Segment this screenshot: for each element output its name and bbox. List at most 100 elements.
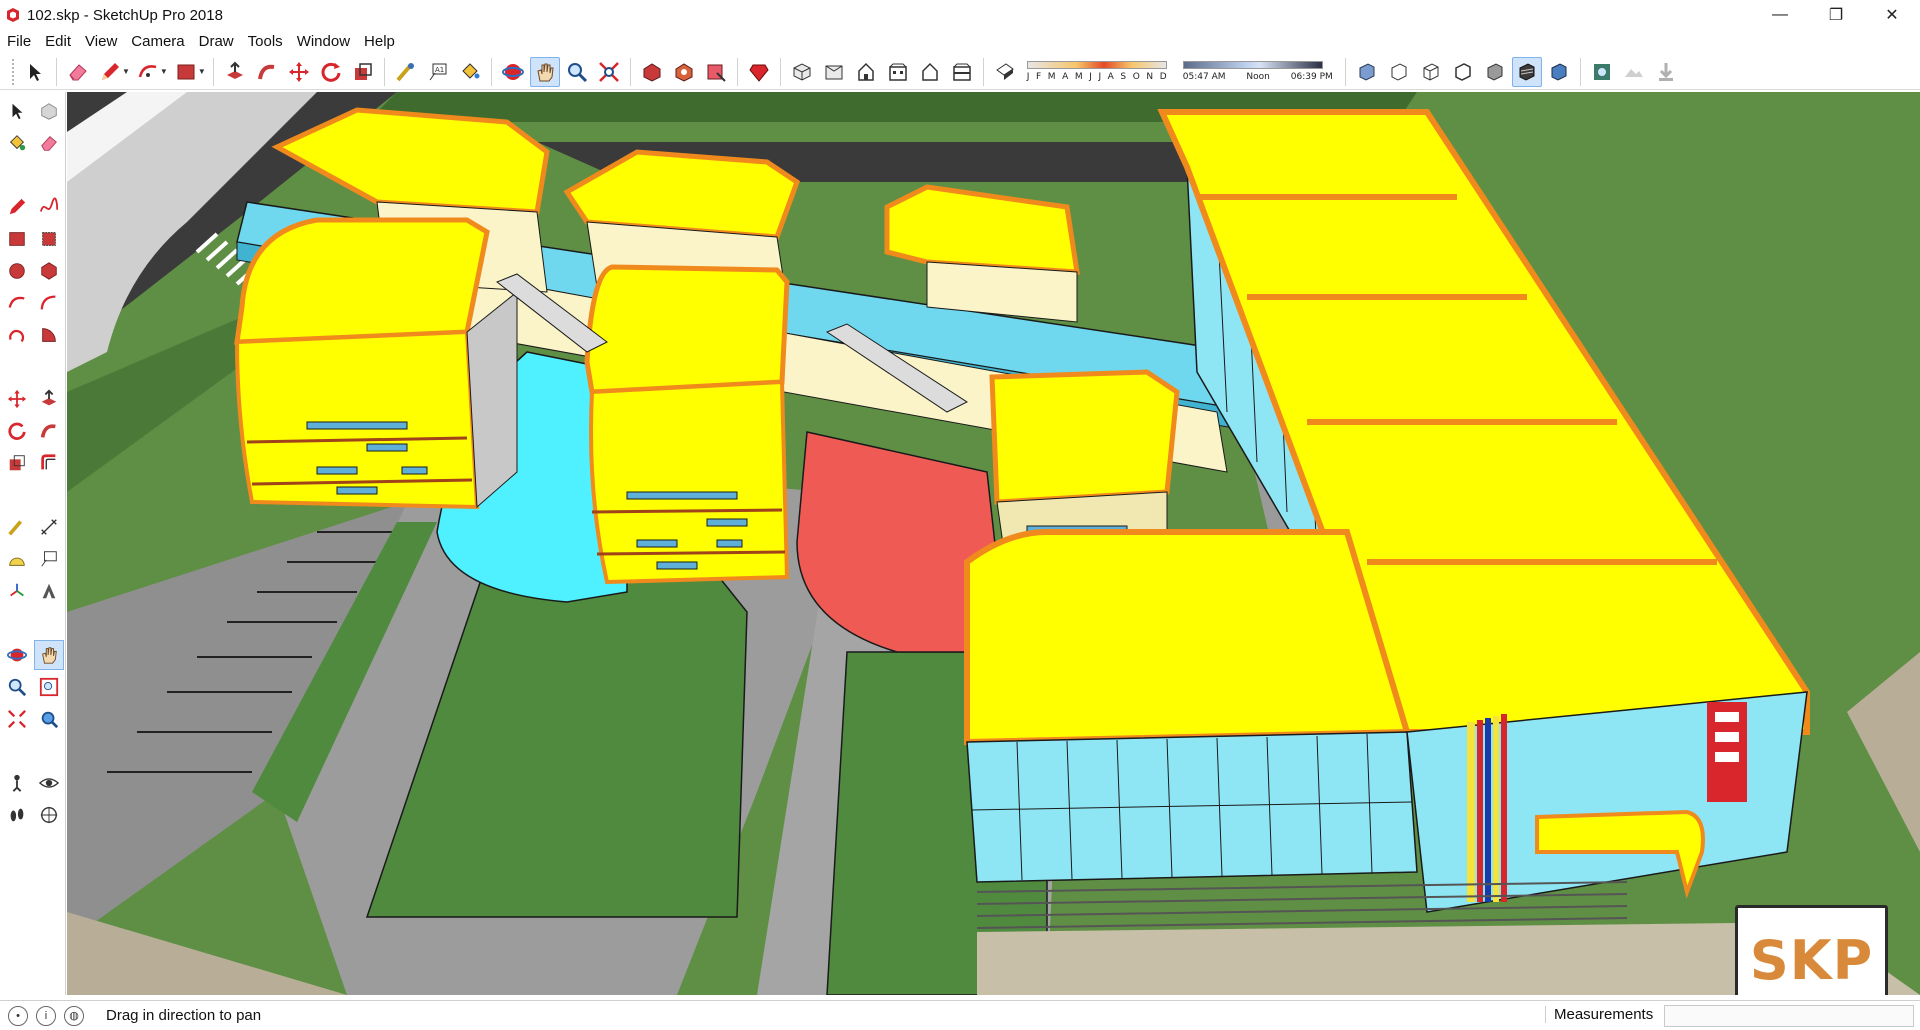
select-tool-button[interactable]	[20, 57, 50, 87]
zoom-extents-button[interactable]	[2, 704, 32, 734]
zoom-tool-button[interactable]	[562, 57, 592, 87]
send-to-layout-button[interactable]	[701, 57, 731, 87]
time-slider[interactable]	[1182, 61, 1323, 69]
scale-tool-button[interactable]	[348, 57, 378, 87]
text-tool-button[interactable]	[34, 544, 64, 574]
user-icon[interactable]: ◍	[64, 1005, 84, 1026]
front-view-button[interactable]	[851, 57, 881, 87]
circle-tool-button[interactable]	[2, 256, 32, 286]
menu-edit[interactable]: Edit	[38, 33, 78, 50]
protractor-button[interactable]	[2, 544, 32, 574]
shadows-toggle-button[interactable]	[990, 57, 1020, 87]
eraser-tool-button[interactable]	[63, 57, 93, 87]
dimension-tool-button[interactable]	[34, 512, 64, 542]
toggle-terrain-button[interactable]	[1619, 57, 1649, 87]
pan-tool-button[interactable]	[34, 640, 64, 670]
move-icon	[288, 61, 309, 82]
close-button[interactable]: ✕	[1864, 0, 1920, 30]
zoom-tool-button[interactable]	[2, 672, 32, 702]
right-view-button[interactable]	[883, 57, 913, 87]
shaded-style-button[interactable]	[1480, 57, 1510, 87]
paint-bucket-tool-button[interactable]	[455, 57, 485, 87]
xray-style-button[interactable]	[1352, 57, 1382, 87]
geo-location-icon[interactable]: •	[8, 1005, 28, 1026]
rectangle-tool-button[interactable]	[171, 57, 201, 87]
minimize-button[interactable]: —	[1752, 0, 1808, 30]
three-point-arc-button[interactable]	[2, 320, 32, 350]
select-tool-button[interactable]	[2, 96, 32, 126]
line-tool-button[interactable]	[2, 192, 32, 222]
menu-window[interactable]: Window	[290, 33, 357, 50]
section-plane-button[interactable]	[34, 800, 64, 830]
shaded-textures-style-button[interactable]	[1511, 56, 1542, 87]
follow-me-tool-button[interactable]	[34, 416, 64, 446]
iso-view-button[interactable]	[787, 57, 817, 87]
add-location-button[interactable]	[1587, 57, 1617, 87]
back-view-button[interactable]	[915, 57, 945, 87]
offset-icon	[41, 454, 56, 470]
hidden-line-style-button[interactable]	[1448, 57, 1478, 87]
month-slider[interactable]	[1026, 61, 1167, 69]
back-edges-style-button[interactable]	[1384, 57, 1414, 87]
arc-tool-button[interactable]	[2, 288, 32, 318]
orbit-tool-button[interactable]	[2, 640, 32, 670]
tape-measure-tool-button[interactable]	[391, 57, 421, 87]
ruby-console-button[interactable]	[744, 57, 774, 87]
menu-draw[interactable]: Draw	[192, 33, 241, 50]
previous-view-button[interactable]	[34, 704, 64, 734]
rotated-rectangle-button[interactable]	[34, 224, 64, 254]
left-view-button[interactable]	[947, 57, 977, 87]
text-tool-button[interactable]: A1	[423, 57, 453, 87]
menu-file[interactable]: File	[0, 33, 38, 50]
rotate-tool-button[interactable]	[2, 416, 32, 446]
zoom-window-button[interactable]	[34, 672, 64, 702]
arc-dropdown-icon[interactable]: ▼	[160, 67, 168, 76]
follow-me-tool-button[interactable]	[252, 57, 282, 87]
measurements-input[interactable]	[1664, 1005, 1914, 1027]
tape-measure-button[interactable]	[2, 512, 32, 542]
rotate-tool-button[interactable]	[316, 57, 346, 87]
arc-tool-button[interactable]	[133, 57, 163, 87]
offset-tool-button[interactable]	[34, 448, 64, 478]
wireframe-style-button[interactable]	[1416, 57, 1446, 87]
menu-view[interactable]: View	[78, 33, 124, 50]
top-view-button[interactable]	[819, 57, 849, 87]
building-model	[67, 92, 1920, 995]
menu-camera[interactable]: Camera	[124, 33, 191, 50]
rectangle-tool-button[interactable]	[2, 224, 32, 254]
eraser-button[interactable]	[34, 128, 64, 158]
scale-tool-button[interactable]	[2, 448, 32, 478]
orbit-tool-button[interactable]	[498, 57, 528, 87]
polygon-tool-button[interactable]	[34, 256, 64, 286]
monochrome-style-button[interactable]	[1544, 57, 1574, 87]
axes-tool-button[interactable]	[2, 576, 32, 606]
two-point-arc-icon	[40, 295, 56, 310]
model-viewport[interactable]: SKP	[67, 92, 1920, 995]
3d-text-button[interactable]	[34, 576, 64, 606]
make-component-button[interactable]	[34, 96, 64, 126]
extension-warehouse-button[interactable]	[669, 57, 699, 87]
move-tool-button[interactable]	[2, 384, 32, 414]
look-around-button[interactable]	[34, 768, 64, 798]
move-tool-button[interactable]	[284, 57, 314, 87]
shape-dropdown-icon[interactable]: ▼	[198, 67, 206, 76]
push-pull-tool-button[interactable]	[34, 384, 64, 414]
freehand-tool-button[interactable]	[34, 192, 64, 222]
walk-tool-button[interactable]	[2, 800, 32, 830]
photo-textures-button[interactable]	[1651, 57, 1681, 87]
toolbar-grip[interactable]	[12, 58, 15, 85]
push-pull-tool-button[interactable]	[220, 57, 250, 87]
two-point-arc-button[interactable]	[34, 288, 64, 318]
position-camera-button[interactable]	[2, 768, 32, 798]
paint-bucket-button[interactable]	[2, 128, 32, 158]
pan-tool-button[interactable]	[529, 56, 560, 87]
3d-warehouse-button[interactable]	[637, 57, 667, 87]
pie-tool-button[interactable]	[34, 320, 64, 350]
pencil-tool-button[interactable]	[95, 57, 125, 87]
zoom-extents-tool-button[interactable]	[594, 57, 624, 87]
menu-help[interactable]: Help	[357, 33, 402, 50]
pencil-dropdown-icon[interactable]: ▼	[122, 67, 130, 76]
info-icon[interactable]: i	[36, 1005, 56, 1026]
restore-button[interactable]: ❐	[1808, 0, 1864, 30]
menu-tools[interactable]: Tools	[241, 33, 290, 50]
